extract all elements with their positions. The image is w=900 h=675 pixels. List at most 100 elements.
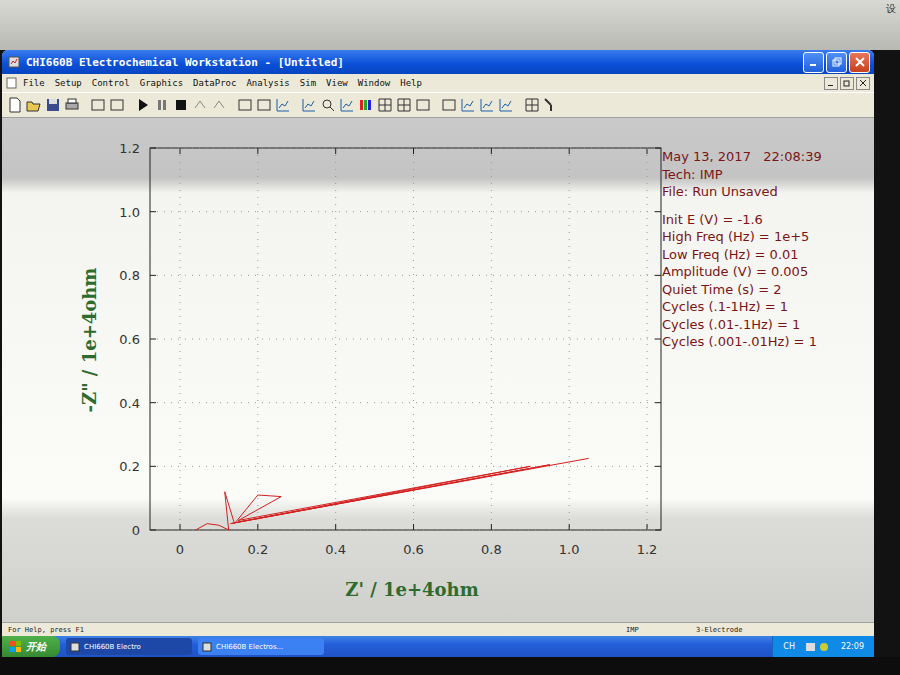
menu-bar: FileSetupControlGraphicsDataProcAnalysis…: [2, 74, 874, 92]
toolbar: [2, 92, 874, 118]
svg-text:1.2: 1.2: [637, 542, 658, 557]
y-tick: 0: [132, 523, 661, 538]
system-tray: CH22:09: [772, 636, 874, 657]
toolbar-button[interactable]: [89, 96, 107, 114]
bars-icon: [357, 96, 375, 114]
minimize-button[interactable]: [803, 52, 824, 73]
menu-item[interactable]: Graphics: [135, 77, 188, 89]
toolbar-button[interactable]: [338, 96, 356, 114]
toolbar-button[interactable]: [134, 96, 152, 114]
toolbar-button[interactable]: [44, 96, 62, 114]
title-bar[interactable]: CHI660B Electrochemical Workstation - [U…: [2, 50, 874, 74]
grid-icon: [395, 96, 413, 114]
run-info: May 13, 2017 22:08:39Tech: IMPFile: Run …: [662, 118, 822, 622]
y-tick: 0.8: [119, 268, 661, 283]
y-tick: 0.6: [119, 332, 661, 347]
toolbar-button[interactable]: [172, 96, 190, 114]
minimize-icon: [809, 57, 819, 67]
monitor-bezel: [0, 657, 900, 675]
menu-item[interactable]: DataProc: [188, 77, 241, 89]
menu-item[interactable]: Sim: [295, 77, 321, 89]
language-indicator[interactable]: CH: [783, 642, 795, 651]
info-line: File: Run Unsaved: [662, 183, 822, 201]
toolbar-button[interactable]: [108, 96, 126, 114]
svg-text:0.2: 0.2: [247, 542, 268, 557]
help-icon: [542, 96, 560, 114]
y-axis-label: -Z" / 1e+4ohm: [79, 268, 100, 413]
stop-icon: [172, 96, 190, 114]
toolbar-button[interactable]: [25, 96, 43, 114]
param-line: Cycles (.01-.1Hz) = 1: [662, 316, 822, 334]
svg-text:1.2: 1.2: [119, 141, 140, 156]
mdi-close-button[interactable]: [856, 77, 870, 90]
taskbar-task[interactable]: CHI660B Electro: [66, 638, 192, 655]
toolbar-button[interactable]: [319, 96, 337, 114]
menu-item[interactable]: Analysis: [241, 77, 294, 89]
menu-item[interactable]: View: [321, 77, 353, 89]
toolbar-button[interactable]: [153, 96, 171, 114]
box-icon: [255, 96, 273, 114]
close-button[interactable]: [849, 52, 870, 73]
box-icon: [236, 96, 254, 114]
mdi-minimize-button[interactable]: [824, 77, 838, 90]
screen: 设 CHI660B Electrochemical Workstation - […: [0, 0, 900, 675]
info-line: Tech: IMP: [662, 166, 822, 184]
taskbar-task[interactable]: CHI660B Electros...: [198, 638, 324, 655]
app-icon: [70, 642, 80, 652]
toolbar-button[interactable]: [459, 96, 477, 114]
maximize-button[interactable]: [826, 52, 847, 73]
menu-item[interactable]: File: [18, 77, 50, 89]
toolbar-button[interactable]: [497, 96, 515, 114]
toolbar-button[interactable]: [478, 96, 496, 114]
toolbar-button[interactable]: [300, 96, 318, 114]
toolbar-button[interactable]: [523, 96, 541, 114]
close-icon: [859, 79, 867, 87]
toolbar-button[interactable]: [236, 96, 254, 114]
open-icon: [25, 96, 43, 114]
box-icon: [108, 96, 126, 114]
toolbar-button[interactable]: [376, 96, 394, 114]
nyquist-chart: 00.20.40.60.81.01.200.20.40.60.81.01.2Z'…: [2, 118, 662, 623]
menu-item[interactable]: Window: [353, 77, 396, 89]
toolbar-button[interactable]: [210, 96, 228, 114]
print-icon: [63, 96, 81, 114]
x-tick: 1.0: [559, 148, 580, 557]
menu-item[interactable]: Help: [395, 77, 427, 89]
close-icon: [855, 57, 865, 67]
app-icon: [8, 56, 20, 68]
save-icon: [44, 96, 62, 114]
chart-icon: [459, 96, 477, 114]
tray-icons: [805, 641, 831, 653]
toolbar-button[interactable]: [6, 96, 24, 114]
restore-icon: [843, 79, 851, 87]
chart-icon: [497, 96, 515, 114]
monitor: CHI660B Electrochemical Workstation - [U…: [0, 50, 900, 657]
corner-text: 设: [886, 0, 896, 16]
toolbar-button[interactable]: [274, 96, 292, 114]
taskbar: 开始 CHI660B Electro CHI660B Electros... CH22…: [2, 636, 874, 657]
toolbar-button[interactable]: [395, 96, 413, 114]
start-button[interactable]: 开始: [2, 636, 60, 657]
window-title: CHI660B Electrochemical Workstation - [U…: [8, 56, 344, 69]
toolbar-button[interactable]: [63, 96, 81, 114]
toolbar-button[interactable]: [440, 96, 458, 114]
x-tick: 0.4: [325, 148, 346, 557]
status-bar: For Help, press F1IMP3-Electrode: [2, 622, 874, 636]
toolbar-button[interactable]: [255, 96, 273, 114]
chart-icon: [338, 96, 356, 114]
toolbar-button[interactable]: [191, 96, 209, 114]
menu-item[interactable]: Control: [87, 77, 135, 89]
minimize-icon: [827, 79, 835, 87]
toolbar-button[interactable]: [542, 96, 560, 114]
svg-text:0.8: 0.8: [481, 542, 502, 557]
status-cell: 3-Electrode: [690, 626, 874, 634]
chart-icon: [274, 96, 292, 114]
svg-text:0: 0: [132, 523, 140, 538]
toolbar-button[interactable]: [414, 96, 432, 114]
mdi-restore-button[interactable]: [840, 77, 854, 90]
status-cell: IMP: [620, 626, 690, 634]
svg-text:0.6: 0.6: [119, 332, 140, 347]
menu-item[interactable]: Setup: [50, 77, 87, 89]
x-tick: 0.8: [481, 148, 502, 557]
toolbar-button[interactable]: [357, 96, 375, 114]
